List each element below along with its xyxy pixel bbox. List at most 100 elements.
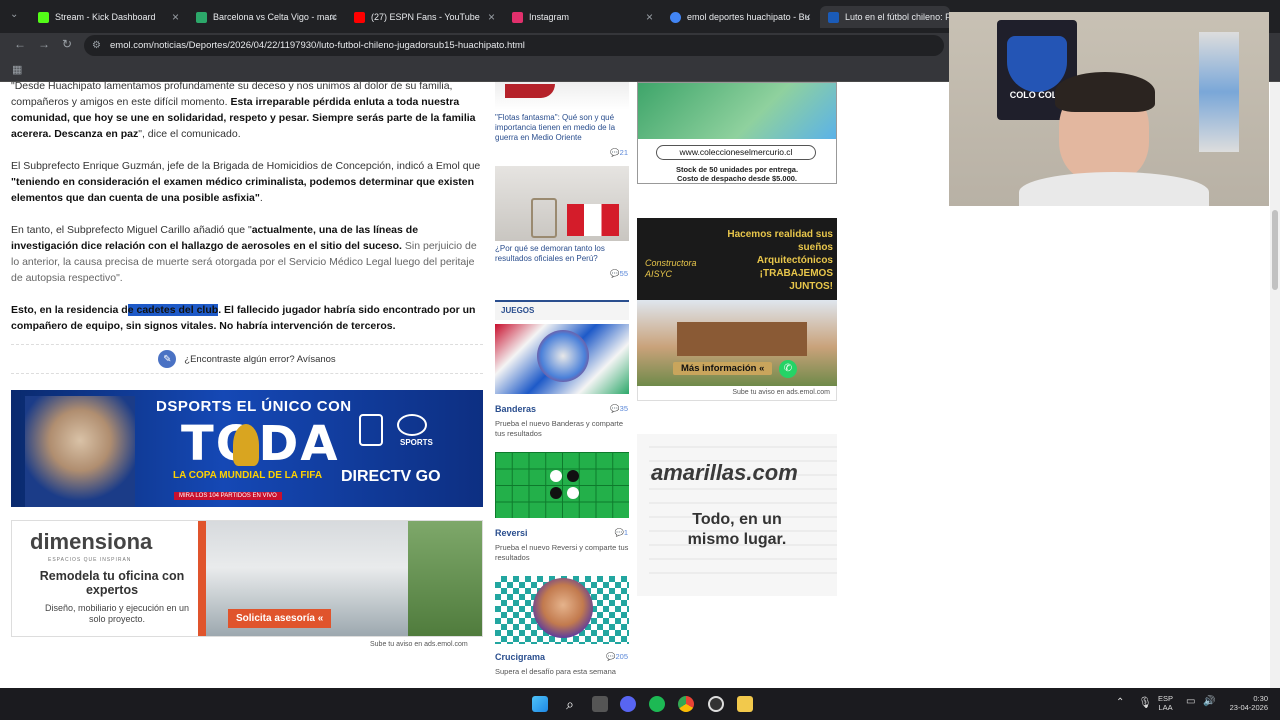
colecciones-ad[interactable]: www.coleccioneselmercurio.cl Stock de 50… xyxy=(637,82,837,184)
lang-code: ESP xyxy=(1158,694,1174,703)
spotify-icon[interactable] xyxy=(649,696,665,712)
close-icon[interactable]: × xyxy=(172,10,179,24)
sube-aviso-link-2[interactable]: Sube tu aviso en ads.emol.com xyxy=(637,386,837,401)
page-scrollbar[interactable] xyxy=(1270,82,1280,688)
tab-youtube[interactable]: (27) ESPN Fans - YouTube × xyxy=(346,6,501,28)
chrome-icon[interactable] xyxy=(678,696,694,712)
chevron-up-icon[interactable]: ⌃ xyxy=(1116,697,1124,708)
text-span: El Subprefecto Enrique Guzmán, jefe de l… xyxy=(11,160,481,172)
text-span: En tanto, el Subprefecto Miguel Carillo … xyxy=(11,224,252,236)
game-sub-reversi: Prueba el nuevo Reversi y comparte tus r… xyxy=(495,543,629,562)
obs-icon[interactable] xyxy=(708,696,724,712)
amarillas-logo: amarillas.com xyxy=(651,460,798,485)
count-text: 35 xyxy=(619,404,628,413)
dsports-logo-icon xyxy=(397,414,427,436)
colecciones-info: Stock de 50 unidades por entrega. Costo … xyxy=(638,165,836,183)
games-section-header: JUEGOS xyxy=(495,300,629,320)
text-span: ", dice el comunicado. xyxy=(138,128,241,140)
fifa-logo-icon xyxy=(359,414,383,446)
disc-black xyxy=(567,470,579,482)
language-indicator[interactable]: ESP LAA xyxy=(1158,694,1173,712)
news-caption-2[interactable]: ¿Por qué se demoran tanto los resultados… xyxy=(495,244,629,264)
colecciones-cost: Costo de despacho desde $5.000. xyxy=(676,174,798,183)
clock[interactable]: 0:30 23-04-2026 xyxy=(1224,694,1268,712)
dimensiona-ad-banner[interactable]: dimensiona ESPACIOS QUE INSPIRAN Remodel… xyxy=(11,520,483,637)
model-image xyxy=(25,396,135,507)
crucigrama-thumb[interactable] xyxy=(495,576,629,644)
game-title-crucigrama[interactable]: Crucigrama xyxy=(495,652,545,662)
sube-aviso-link-1[interactable]: Sube tu aviso en ads.emol.com xyxy=(370,641,468,648)
clock-date: 23-04-2026 xyxy=(1229,703,1268,712)
site-info-icon[interactable]: ⚙ xyxy=(92,35,101,56)
emol-icon xyxy=(828,11,839,23)
address-bar[interactable]: ⚙ emol.com/noticias/Deportes/2026/04/22/… xyxy=(84,35,944,56)
start-icon[interactable] xyxy=(532,696,548,712)
count-text: 205 xyxy=(615,652,628,661)
google-icon xyxy=(670,11,681,23)
aisyc-ad[interactable]: Hacemos realidad sus sueños Arquitectóni… xyxy=(637,218,837,386)
reload-icon[interactable]: ↻ xyxy=(62,37,72,51)
colecciones-url-box[interactable]: www.coleccioneselmercurio.cl xyxy=(656,145,816,160)
close-icon[interactable]: × xyxy=(646,10,653,24)
selected-text: e cadetes del club xyxy=(127,304,219,316)
apps-grid-icon[interactable]: ▦ xyxy=(12,63,22,76)
ad-headline: DSPORTS EL ÚNICO CON xyxy=(156,398,352,415)
sube-aviso-text: Sube tu aviso en ads.emol.com xyxy=(732,389,830,396)
disc-white xyxy=(567,487,579,499)
directv-ad-banner[interactable]: DSPORTS EL ÚNICO CON TODA LA COPA MUNDIA… xyxy=(11,390,483,507)
dsports-label: SPORTS xyxy=(400,438,433,447)
streamer-hair xyxy=(1055,72,1155,112)
whatsapp-icon[interactable]: ✆ xyxy=(779,360,797,378)
monitor-icon[interactable]: ▭ xyxy=(1186,696,1195,707)
close-icon[interactable]: × xyxy=(804,10,811,24)
disc-black xyxy=(550,487,562,499)
tab-title: Barcelona vs Celta Vigo - marc xyxy=(213,12,337,22)
tab-google[interactable]: emol deportes huachipato - Bu × xyxy=(662,6,817,28)
solicita-asesoria-button[interactable]: Solicita asesoría « xyxy=(228,609,332,628)
amarillas-ad[interactable]: amarillas.com Todo, en un mismo lugar. xyxy=(637,434,837,596)
back-icon[interactable]: ← xyxy=(14,37,26,51)
search-icon[interactable]: ⌕ xyxy=(562,696,578,712)
mas-informacion-button[interactable]: Más información « xyxy=(673,362,773,375)
url-text: emol.com/noticias/Deportes/2026/04/22/11… xyxy=(110,40,525,51)
game-title-banderas[interactable]: Banderas xyxy=(495,404,536,414)
tab-instagram[interactable]: Instagram × xyxy=(504,6,659,28)
ad-big-text: TODA xyxy=(181,416,340,472)
colecciones-stock: Stock de 50 unidades por entrega. xyxy=(675,165,799,174)
reversi-thumb[interactable] xyxy=(495,452,629,518)
close-icon[interactable]: × xyxy=(330,10,337,24)
scrollbar-thumb[interactable] xyxy=(1272,210,1278,290)
speaker-icon[interactable]: 🔊 xyxy=(1203,696,1215,707)
office-image: Solicita asesoría « xyxy=(198,521,482,636)
house-wall xyxy=(677,322,807,356)
forward-icon[interactable]: → xyxy=(38,37,50,51)
news-thumb-1[interactable] xyxy=(495,82,629,110)
news-caption-1[interactable]: "Flotas fantasma": Qué son y qué importa… xyxy=(495,113,629,143)
directv-logo: DIRECTV GO xyxy=(341,468,441,485)
amarillas-slogan: Todo, en un mismo lugar. xyxy=(687,511,787,548)
discord-icon[interactable] xyxy=(620,696,636,712)
text-span: . xyxy=(259,192,263,204)
orange-stripe xyxy=(198,521,206,636)
article-paragraph-4: Esto, en la residencia de cadetes del cl… xyxy=(11,302,483,334)
file-explorer-icon[interactable] xyxy=(737,696,753,712)
tab-marca[interactable]: Barcelona vs Celta Vigo - marc × xyxy=(188,6,343,28)
lang-layout: LAA xyxy=(1158,703,1173,712)
ad-headline: Remodela tu oficina con expertos xyxy=(39,569,185,597)
dimensiona-logo: dimensiona xyxy=(30,529,153,554)
microphone-icon[interactable]: 🎙 xyxy=(1138,696,1152,709)
tab-kick[interactable]: Stream - Kick Dashboard × xyxy=(30,6,185,28)
tab-search-icon[interactable]: ⌄ xyxy=(10,9,18,20)
tab-emol-active[interactable]: Luto en el fútbol chileno: Falle xyxy=(820,6,950,28)
close-icon[interactable]: × xyxy=(488,10,495,24)
task-view-icon[interactable] xyxy=(592,696,608,712)
sube-aviso-text: Sube tu aviso en ads.emol.com xyxy=(370,641,468,648)
game-title-reversi[interactable]: Reversi xyxy=(495,528,528,538)
report-error-link[interactable]: ✎ ¿Encontraste algún error? Avísanos xyxy=(11,344,483,374)
tab-title: (27) ESPN Fans - YouTube xyxy=(371,12,480,22)
house-image: Más información « ✆ xyxy=(637,300,837,386)
flags-globe-image xyxy=(537,330,589,382)
banderas-thumb[interactable] xyxy=(495,324,629,394)
news-thumb-2[interactable] xyxy=(495,166,629,241)
pencil-icon: ✎ xyxy=(158,350,177,368)
